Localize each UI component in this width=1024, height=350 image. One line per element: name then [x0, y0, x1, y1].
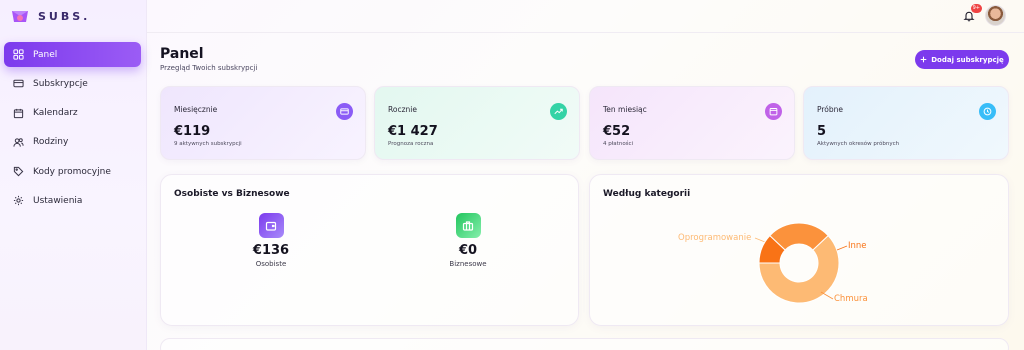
sidebar-item-families[interactable]: Rodziny [4, 130, 141, 155]
sidebar-item-calendar[interactable]: Kalendarz [4, 101, 141, 126]
personal-vs-business-panel: Osobiste vs Biznesowe €136 Osobiste €0 B… [160, 174, 579, 326]
gear-icon [13, 196, 24, 206]
sidebar-nav: Panel Subskrypcje Kalendarz Rodziny Kody… [4, 42, 141, 218]
donut-leader-line [836, 245, 848, 251]
stat-label: Próbne [817, 105, 844, 114]
stat-note: Prognoza roczna [388, 141, 434, 147]
business-summary: €0 Biznesowe [428, 213, 508, 268]
stat-value: €119 [174, 124, 211, 139]
donut-label: Chmura [834, 294, 868, 304]
business-value: €0 [458, 243, 478, 258]
stat-value: €1 427 [388, 124, 438, 139]
trend-up-icon [550, 103, 567, 120]
card-icon [336, 103, 353, 120]
personal-label: Osobiste [255, 260, 287, 268]
stat-value: €52 [603, 124, 631, 139]
clock-icon [979, 103, 996, 120]
sidebar-item-promo-codes[interactable]: Kody promocyjne [4, 159, 141, 184]
card-icon [13, 80, 24, 88]
users-icon [13, 138, 24, 147]
sidebar-item-settings[interactable]: Ustawienia [4, 188, 141, 213]
add-subscription-label: Dodaj subskrypcję [931, 55, 1004, 64]
sidebar-item-subscriptions[interactable]: Subskrypcje [4, 71, 141, 96]
notification-badge: 9+ [970, 4, 982, 13]
add-subscription-button[interactable]: Dodaj subskrypcję [915, 50, 1009, 69]
stat-label: Miesięcznie [174, 105, 218, 114]
donut-leader-line [754, 237, 766, 243]
brand-name: SUBS. [38, 9, 91, 23]
brand-logo[interactable]: SUBS. [10, 8, 90, 24]
sidebar-item-label: Ustawienia [33, 195, 83, 206]
sidebar-item-panel[interactable]: Panel [4, 42, 141, 67]
stat-note: 4 płatności [603, 141, 634, 147]
personal-summary: €136 Osobiste [231, 213, 311, 268]
stat-label: Ten miesiąc [603, 105, 647, 114]
panel-title: Osobiste vs Biznesowe [174, 189, 290, 199]
donut-label: Inne [848, 241, 867, 251]
topbar: 9+ [147, 0, 1024, 33]
calendar-icon [13, 108, 24, 118]
grid-icon [13, 49, 24, 60]
next-section-panel [160, 338, 1009, 350]
avatar[interactable] [985, 5, 1006, 26]
sidebar-item-label: Subskrypcje [33, 78, 88, 89]
personal-value: €136 [252, 243, 290, 258]
donut-label: Oprogramowanie [678, 233, 751, 243]
sidebar-item-label: Panel [33, 49, 58, 60]
calendar-icon [765, 103, 782, 120]
stat-card-monthly[interactable]: Miesięcznie €119 9 aktywnych subskrypcji [160, 86, 366, 160]
briefcase-icon [455, 213, 481, 238]
wallet-icon [258, 213, 284, 238]
sidebar-item-label: Kalendarz [33, 108, 78, 119]
stat-value: 5 [817, 124, 827, 139]
sidebar-item-label: Rodziny [33, 137, 69, 148]
stat-card-trials[interactable]: Próbne 5 Aktywnych okresów próbnych [803, 86, 1009, 160]
stat-card-this-month[interactable]: Ten miesiąc €52 4 płatności [589, 86, 795, 160]
plus-icon [920, 56, 927, 63]
page-title: Panel [160, 46, 204, 62]
sidebar: SUBS. Panel Subskrypcje Kalendarz Rodzin… [0, 0, 147, 350]
page-subtitle: Przegląd Twoich subskrypcji [160, 64, 258, 72]
stat-label: Rocznie [388, 105, 417, 114]
stat-note: Aktywnych okresów próbnych [817, 141, 900, 147]
stat-card-yearly[interactable]: Rocznie €1 427 Prognoza roczna [374, 86, 580, 160]
sidebar-item-label: Kody promocyjne [33, 166, 111, 177]
category-donut-chart: Oprogramowanie Inne Chmura [678, 222, 868, 304]
stat-note: 9 aktywnych subskrypcji [174, 141, 242, 147]
business-label: Biznesowe [449, 260, 487, 268]
logo-icon [10, 8, 30, 24]
tag-icon [13, 167, 24, 177]
category-panel: Według kategorii Oprogramowanie Inne Chmur… [589, 174, 1009, 326]
